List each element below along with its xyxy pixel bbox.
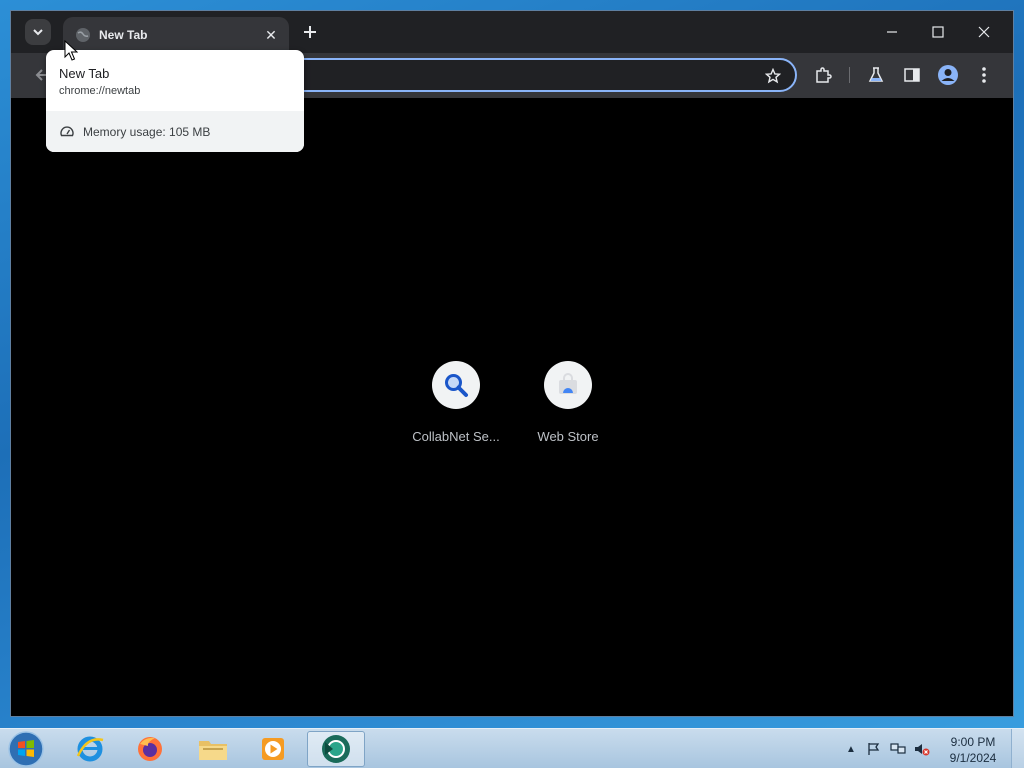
ie-icon	[76, 736, 104, 762]
flask-icon	[868, 67, 884, 82]
side-panel-button[interactable]	[901, 64, 923, 86]
taskbar-ie[interactable]	[61, 731, 119, 767]
close-window-button[interactable]	[970, 19, 998, 45]
taskbar-media-player[interactable]	[244, 731, 302, 767]
bookmark-star-button[interactable]	[763, 66, 783, 86]
shortcut-tile	[432, 361, 480, 409]
minimize-button[interactable]	[878, 19, 906, 45]
close-icon	[978, 26, 990, 38]
toolbar-separator	[849, 67, 850, 83]
maximize-icon	[932, 26, 944, 38]
labs-button[interactable]	[865, 64, 887, 86]
more-vert-icon	[982, 67, 986, 83]
profile-button[interactable]	[937, 64, 959, 86]
start-button[interactable]	[6, 730, 46, 768]
shortcut-label: CollabNet Se...	[412, 429, 500, 444]
web-store-icon	[559, 373, 577, 394]
mouse-cursor-icon	[64, 40, 78, 61]
media-player-icon	[262, 738, 284, 760]
shortcut-label: Web Store	[537, 429, 599, 444]
taskbar-firefox[interactable]	[121, 731, 179, 767]
maximize-button[interactable]	[924, 19, 952, 45]
shortcut-tile	[544, 361, 592, 409]
tab-title: New Tab	[99, 28, 148, 42]
plus-icon	[304, 26, 316, 38]
windows-logo-icon	[8, 731, 44, 767]
hover-card-title: New Tab	[59, 66, 110, 81]
clock-time: 9:00 PM	[950, 735, 996, 749]
puzzle-icon	[816, 67, 832, 83]
minimize-icon	[887, 31, 897, 33]
tab-new-tab[interactable]: New Tab ✕	[63, 17, 289, 53]
shortcut-collabnet[interactable]: CollabNet Se...	[401, 361, 511, 444]
gauge-icon	[60, 126, 74, 137]
avatar-icon	[938, 65, 958, 85]
close-icon[interactable]: ✕	[261, 25, 281, 45]
tab-hover-card: New Tab chrome://newtab Memory usage: 10…	[46, 50, 304, 152]
memory-usage: Memory usage: 105 MB	[83, 125, 211, 139]
side-panel-icon	[904, 68, 920, 82]
chrome-icon	[322, 735, 350, 763]
menu-button[interactable]	[973, 64, 995, 86]
show-desktop-button[interactable]	[1011, 729, 1024, 768]
tray-overflow-icon[interactable]: ▲	[843, 741, 859, 757]
search-icon	[445, 374, 468, 397]
tab-search-button[interactable]	[25, 19, 51, 45]
taskbar: ▲ 9:00 PM 9/1/2024	[0, 728, 1024, 768]
taskbar-chrome[interactable]	[307, 731, 365, 767]
taskbar-explorer[interactable]	[184, 731, 242, 767]
extensions-button[interactable]	[812, 64, 834, 86]
new-tab-button[interactable]	[299, 21, 321, 43]
hover-card-url: chrome://newtab	[59, 85, 141, 97]
folder-icon	[199, 741, 227, 760]
clock[interactable]: 9:00 PM 9/1/2024	[940, 734, 1006, 766]
star-icon	[765, 68, 781, 84]
volume-muted-icon[interactable]	[914, 741, 930, 757]
network-icon[interactable]	[890, 741, 906, 757]
shortcut-web-store[interactable]: Web Store	[513, 361, 623, 444]
firefox-icon	[138, 737, 162, 761]
action-center-flag-icon[interactable]	[866, 741, 882, 757]
title-bar: New Tab ✕	[11, 11, 1013, 53]
clock-date: 9/1/2024	[949, 751, 997, 765]
chevron-down-icon	[33, 29, 43, 36]
new-tab-page: CollabNet Se... Web Store	[11, 98, 1013, 716]
